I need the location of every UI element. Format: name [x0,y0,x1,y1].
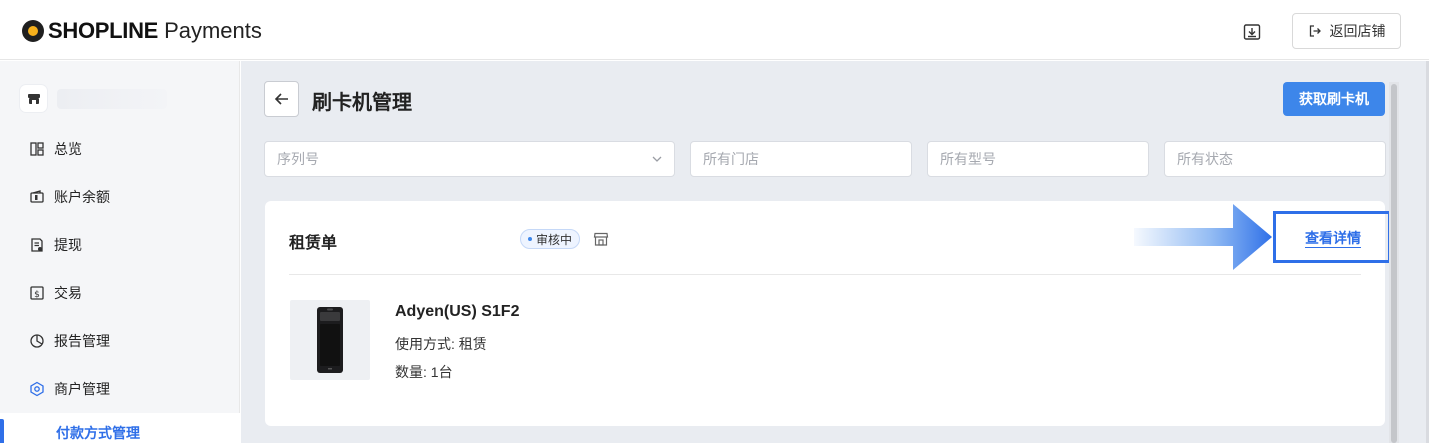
sidebar-item-overview[interactable]: 总览 [0,125,240,173]
device-name: Adyen(US) S1F2 [395,303,520,320]
sidebar-item-label: 交易 [54,285,82,301]
status-label: 审核中 [536,232,573,247]
transaction-icon: $ [28,284,46,302]
store-icon [593,232,609,246]
back-to-store-button[interactable]: 返回店铺 [1292,13,1401,49]
merchant-icon [28,380,46,398]
store-name-redacted [57,88,167,109]
device-image [290,300,370,380]
download-button[interactable] [1240,20,1264,44]
sidebar-item-label: 总览 [54,141,82,157]
withdraw-icon [28,236,46,254]
svg-text:$: $ [34,290,40,300]
device-usage: 使用方式: 租赁 [395,336,487,352]
store-filter-placeholder: 所有门店 [703,151,759,167]
status-dot-icon [528,237,532,241]
store-filter[interactable]: 所有门店 [690,141,912,177]
device-quantity: 数量: 1台 [395,364,453,380]
logo-brand: SHOPLINE [48,18,159,43]
rental-order-card: 租赁单 审核中 查看详情 Adyen(US) S1F2 使用方式: 租赁 数量:… [265,201,1391,426]
chevron-down-icon [652,156,662,162]
sidebar-item-merchant[interactable]: 商户管理 [0,365,240,413]
pointer-arrow-icon [1134,204,1272,270]
shopline-logo[interactable]: SHOPLINE Payments [22,17,262,45]
card-title: 租赁单 [289,235,338,252]
get-card-reader-button[interactable]: 获取刷卡机 [1283,82,1385,116]
scrollbar-thumb[interactable] [1391,84,1397,443]
wallet-icon [28,188,46,206]
sidebar: 总览 账户余额 提现 $ 交易 报告管理 商户管理 付款方式管理 [0,61,240,443]
logo-product: Payments [164,18,262,43]
sidebar-item-label: 提现 [54,237,82,253]
dashboard-icon [28,140,46,158]
logo-mark-icon [22,20,44,42]
sidebar-item-label: 商户管理 [54,381,110,397]
sidebar-item-label: 报告管理 [54,333,110,349]
store-switcher[interactable] [20,85,167,112]
sidebar-item-withdraw[interactable]: 提现 [0,221,240,269]
exit-icon [1309,25,1321,37]
main-content: 刷卡机管理 获取刷卡机 序列号 所有门店 所有型号 所有状态 租赁单 审核中 查… [241,61,1429,443]
model-filter-placeholder: 所有型号 [940,151,996,167]
sidebar-item-label: 账户余额 [54,189,110,205]
back-button[interactable] [264,81,299,117]
sidebar-item-transactions[interactable]: $ 交易 [0,269,240,317]
download-icon [1243,24,1261,40]
model-filter[interactable]: 所有型号 [927,141,1149,177]
sidebar-item-balance[interactable]: 账户余额 [0,173,240,221]
back-to-store-label: 返回店铺 [1329,23,1386,39]
serial-number-placeholder: 序列号 [277,151,319,167]
status-filter-placeholder: 所有状态 [1177,151,1233,167]
serial-number-select[interactable]: 序列号 [264,141,675,177]
arrow-left-icon [274,93,288,105]
card-terminal-icon [317,307,343,373]
status-badge: 审核中 [520,229,581,249]
store-icon [20,85,47,112]
view-details-link[interactable]: 查看详情 [1305,229,1361,248]
sidebar-item-reports[interactable]: 报告管理 [0,317,240,365]
status-filter[interactable]: 所有状态 [1164,141,1386,177]
page-title: 刷卡机管理 [312,92,412,114]
sidebar-item-payment-methods[interactable]: 付款方式管理 [0,413,240,443]
pie-chart-icon [28,332,46,350]
card-divider [289,274,1361,275]
top-header: SHOPLINE Payments 返回店铺 [0,0,1429,60]
